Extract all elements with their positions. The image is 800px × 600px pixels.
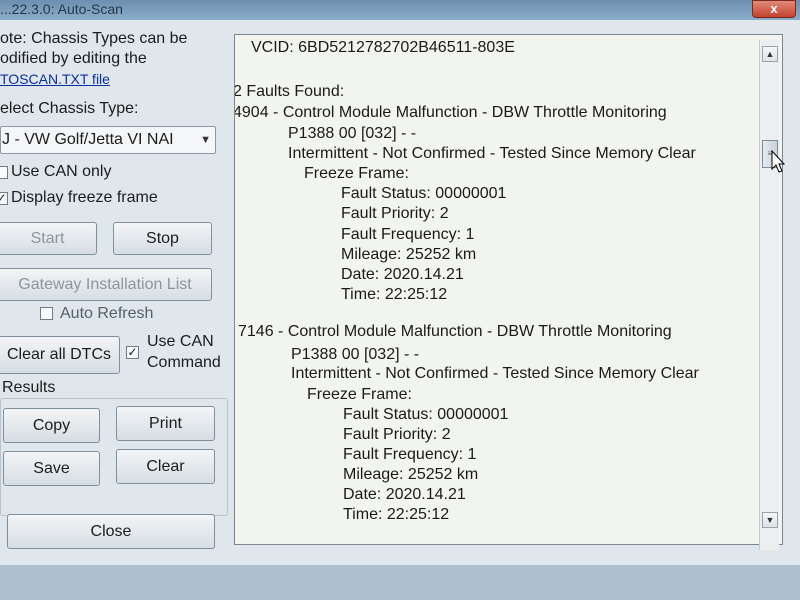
- taskbar-strip: [0, 565, 800, 600]
- chassis-type-value: J - VW Golf/Jetta VI NAI: [2, 131, 174, 148]
- fault-2-fault-priority: Fault Priority: 2: [343, 426, 451, 443]
- stop-button[interactable]: Stop: [113, 222, 212, 255]
- window-close-button[interactable]: x: [752, 0, 796, 18]
- fault-2-fault-status: Fault Status: 00000001: [343, 406, 509, 423]
- results-title: Results: [2, 379, 58, 397]
- fault-1-mileage: Mileage: 25252 km: [341, 246, 477, 263]
- faults-found-line: 2 Faults Found:: [234, 83, 345, 100]
- scroll-down-button[interactable]: ▼: [762, 512, 778, 528]
- title-bar: ...22.3.0: Auto-Scan x: [0, 0, 800, 22]
- fault-1-time: Time: 22:25:12: [341, 286, 448, 303]
- auto-refresh-label: Auto Refresh: [60, 305, 154, 322]
- fault-1-code: P1388 00 [032] - -: [288, 125, 417, 142]
- chevron-down-icon: ▼: [200, 134, 211, 146]
- note-line-1: ote: Chassis Types can be: [0, 30, 188, 47]
- close-button[interactable]: Close: [7, 514, 215, 549]
- gateway-installation-list-button[interactable]: Gateway Installation List: [0, 268, 212, 301]
- display-freeze-frame-checkbox[interactable]: ✓: [0, 192, 8, 205]
- fault-1-status: Intermittent - Not Confirmed - Tested Si…: [288, 145, 696, 162]
- start-button[interactable]: Start: [0, 222, 97, 255]
- fault-2-freeze-frame-label: Freeze Frame:: [307, 386, 412, 403]
- print-button[interactable]: Print: [116, 406, 215, 441]
- autoscan-window: ote: Chassis Types can be odified by edi…: [0, 20, 800, 565]
- mouse-pointer-icon: [771, 150, 786, 173]
- chassis-type-label: elect Chassis Type:: [0, 100, 139, 117]
- autoscan-file-link[interactable]: TOSCAN.TXT file: [0, 69, 220, 89]
- fault-2-status: Intermittent - Not Confirmed - Tested Si…: [291, 365, 699, 382]
- fault-2-date: Date: 2020.14.21: [343, 486, 466, 503]
- chassis-type-select[interactable]: J - VW Golf/Jetta VI NAI ▼: [0, 126, 216, 154]
- scan-results-output[interactable]: VCID: 6BD5212782702B46511-803E 2 Faults …: [234, 34, 783, 545]
- fault-2-header: 7146 - Control Module Malfunction - DBW …: [238, 323, 672, 340]
- use-can-only-label: Use CAN only: [11, 163, 112, 180]
- fault-1-fault-frequency: Fault Frequency: 1: [341, 226, 475, 243]
- use-can-only-checkbox[interactable]: [0, 166, 8, 179]
- vcid-line: VCID: 6BD5212782702B46511-803E: [251, 39, 515, 56]
- fault-1-date: Date: 2020.14.21: [341, 266, 464, 283]
- auto-refresh-checkbox[interactable]: [40, 307, 53, 320]
- fault-1-fault-status: Fault Status: 00000001: [341, 185, 507, 202]
- use-can-command-label-line1: Use CAN: [147, 333, 214, 350]
- save-button[interactable]: Save: [3, 451, 100, 486]
- output-scrollbar[interactable]: ▲ ≡ ▼: [759, 40, 779, 550]
- fault-2-code: P1388 00 [032] - -: [291, 346, 420, 363]
- use-can-command-checkbox[interactable]: ✓: [126, 346, 139, 359]
- chassis-note: ote: Chassis Types can be odified by edi…: [0, 29, 220, 89]
- note-line-2: odified by editing the: [0, 50, 147, 67]
- clear-all-dtcs-button[interactable]: Clear all DTCs: [0, 336, 120, 374]
- fault-1-header: 4904 - Control Module Malfunction - DBW …: [234, 104, 667, 121]
- fault-2-mileage: Mileage: 25252 km: [343, 466, 479, 483]
- fault-2-fault-frequency: Fault Frequency: 1: [343, 446, 477, 463]
- clear-button[interactable]: Clear: [116, 449, 215, 484]
- display-freeze-frame-label: Display freeze frame: [11, 189, 158, 206]
- use-can-command-label-line2: Command: [147, 354, 221, 371]
- scroll-up-button[interactable]: ▲: [762, 46, 778, 62]
- fault-1-freeze-frame-label: Freeze Frame:: [304, 165, 409, 182]
- window-title: ...22.3.0: Auto-Scan: [0, 1, 123, 17]
- fault-1-fault-priority: Fault Priority: 2: [341, 205, 449, 222]
- copy-button[interactable]: Copy: [3, 408, 100, 443]
- fault-2-time: Time: 22:25:12: [343, 506, 450, 523]
